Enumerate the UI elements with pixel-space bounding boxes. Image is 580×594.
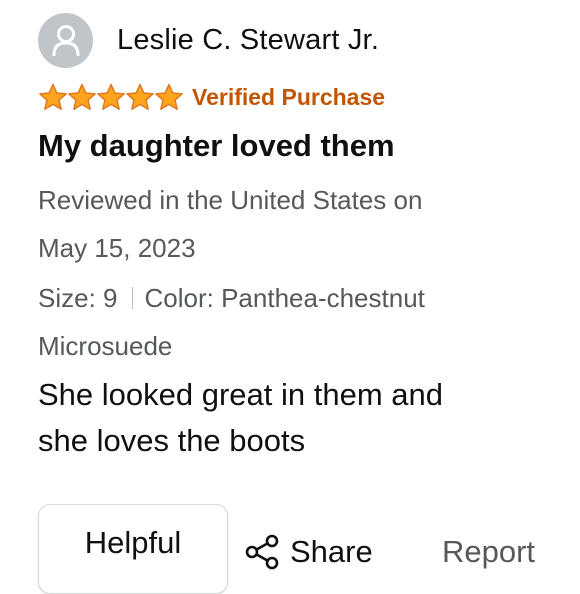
customer-review: Leslie C. Stewart Jr. Verified Purchase … — [0, 0, 580, 594]
product-variant-link[interactable]: Size: 9 Color: Panthea-chestnut Microsued… — [38, 274, 558, 370]
star-rating[interactable] — [38, 83, 183, 111]
verified-purchase-badge: Verified Purchase — [192, 83, 386, 110]
review-body: She looked great in them and she loves t… — [38, 372, 548, 464]
variant-divider — [131, 287, 133, 310]
size-label: Size: 9 — [38, 283, 118, 313]
star-icon — [126, 83, 154, 111]
reviewer-profile[interactable]: Leslie C. Stewart Jr. — [38, 12, 379, 68]
review-date: Reviewed in the United States on May 15,… — [38, 176, 538, 272]
rating-row: Verified Purchase — [38, 80, 385, 114]
color-label: Color: Panthea-chestnut — [144, 283, 425, 313]
review-title[interactable]: My daughter loved them — [38, 128, 395, 164]
star-icon — [97, 83, 125, 111]
star-icon — [155, 83, 183, 111]
review-actions: Helpful Share Report — [38, 504, 580, 594]
avatar — [38, 12, 93, 68]
star-icon — [39, 83, 67, 111]
review-body-line-1: She looked great in them and — [38, 377, 443, 412]
helpful-button[interactable]: Helpful — [38, 504, 228, 594]
share-icon — [245, 534, 279, 570]
user-icon — [52, 25, 79, 56]
share-label: Share — [290, 534, 373, 569]
review-date-line-1: Reviewed in the United States on — [38, 185, 423, 215]
report-link[interactable]: Report — [442, 532, 535, 572]
variant-line-1: Size: 9 Color: Panthea-chestnut — [38, 274, 558, 322]
star-icon — [68, 83, 96, 111]
variant-line-2: Microsuede — [38, 331, 173, 361]
share-button[interactable]: Share — [244, 532, 373, 572]
review-body-line-2: she loves the boots — [38, 423, 306, 458]
reviewer-name[interactable]: Leslie C. Stewart Jr. — [117, 24, 379, 57]
review-date-line-2: May 15, 2023 — [38, 233, 196, 263]
